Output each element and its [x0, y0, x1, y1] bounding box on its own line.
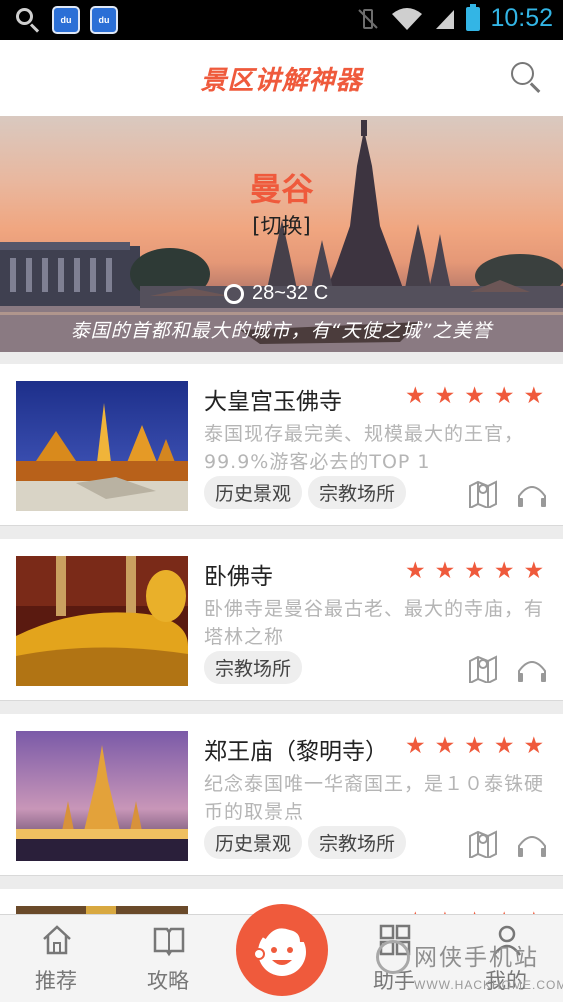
star-icon: ★	[434, 558, 456, 584]
grand-palace-photo	[16, 381, 188, 511]
baidu-notification-icon: du	[52, 6, 80, 34]
star-icon: ★	[523, 383, 545, 409]
search-notification-icon	[14, 6, 42, 34]
headphones-icon[interactable]	[516, 655, 548, 683]
search-button[interactable]	[511, 62, 543, 94]
star-icon: ★	[493, 383, 515, 409]
tab-label: 攻略	[147, 969, 189, 993]
vibrate-off-icon	[358, 8, 379, 29]
switch-city-link[interactable]: [切换]	[0, 210, 563, 240]
headphones-icon[interactable]	[516, 480, 548, 508]
watermark-text: 网侠手机站	[414, 945, 539, 971]
attraction-description: 纪念泰国唯一华裔国王，是１０泰铢硬币的取景点	[204, 773, 545, 823]
star-icon: ★	[493, 558, 515, 584]
reclining-buddha-photo	[16, 556, 188, 686]
tag[interactable]: 宗教场所	[308, 476, 407, 509]
temperature-range: 28~32 C	[252, 282, 329, 304]
tag[interactable]: 历史景观	[204, 476, 303, 509]
star-icon: ★	[434, 383, 456, 409]
city-name: 曼谷	[249, 170, 314, 208]
star-icon: ★	[464, 558, 485, 584]
app-header: 景区讲解神器	[0, 40, 563, 116]
list-item[interactable]: 卧佛寺 ★ ★ ★ ★ ★ 卧佛寺是曼谷最古老、最大的寺庙，有塔林之称 宗教场所	[0, 539, 563, 701]
tag[interactable]: 宗教场所	[308, 826, 407, 859]
list-item[interactable]: 大皇宫玉佛寺 ★ ★ ★ ★ ★ 泰国现存最完美、规模最大的王官，99.9%游客必去的T…	[0, 364, 563, 526]
watermark-logo	[376, 940, 410, 974]
status-bar: du du 10:52	[0, 0, 563, 40]
cloud-weather-icon	[224, 283, 244, 304]
attraction-description: 泰国现存最完美、规模最大的王官，99.9%游客必去的TOP 1	[204, 423, 525, 473]
city-slogan: 泰国的首都和最大的城市，有“天使之城”之美誉	[70, 320, 493, 342]
star-rating: ★ ★ ★ ★ ★	[405, 734, 544, 758]
star-icon: ★	[523, 733, 545, 759]
tag-list: 历史景观 宗教场所	[204, 826, 407, 859]
tag[interactable]: 历史景观	[204, 826, 303, 859]
star-icon: ★	[464, 733, 485, 759]
star-icon: ★	[405, 383, 426, 409]
star-icon: ★	[405, 558, 426, 584]
watermark: 网侠手机站 WWW.HACKHOME.COM	[372, 938, 563, 998]
battery-icon	[466, 3, 481, 31]
home-icon	[43, 925, 71, 955]
mascot-button[interactable]	[236, 904, 328, 996]
star-rating: ★ ★ ★ ★ ★	[405, 559, 544, 583]
map-icon[interactable]	[468, 655, 498, 683]
star-icon: ★	[493, 733, 515, 759]
tag-list: 历史景观 宗教场所	[204, 476, 407, 509]
star-icon: ★	[464, 383, 485, 409]
mascot-face-icon	[253, 924, 306, 976]
search-icon	[511, 62, 534, 85]
wifi-icon	[392, 7, 423, 30]
tag[interactable]: 宗教场所	[204, 651, 303, 684]
attraction-description: 卧佛寺是曼谷最古老、最大的寺庙，有塔林之称	[204, 598, 545, 648]
tab-guide[interactable]: 攻略	[118, 915, 218, 1002]
list-item[interactable]: 郑王庙（黎明寺） ★ ★ ★ ★ ★ 纪念泰国唯一华裔国王，是１０泰铢硬币的取景点 历史…	[0, 714, 563, 876]
signal-icon	[436, 9, 455, 29]
book-icon	[153, 927, 185, 957]
attraction-name: 卧佛寺	[204, 564, 273, 590]
clock: 10:52	[490, 4, 553, 32]
wat-arun-photo	[16, 731, 188, 861]
baidu-notification-icon-2: du	[90, 6, 118, 34]
star-rating: ★ ★ ★ ★ ★	[405, 384, 544, 408]
tab-recommend[interactable]: 推荐	[6, 915, 106, 1002]
map-icon[interactable]	[468, 480, 498, 508]
headphones-icon[interactable]	[516, 830, 548, 858]
tag-list: 宗教场所	[204, 651, 303, 684]
city-banner[interactable]: 曼谷 [切换] 28~32 C 泰国的首都和最大的城市，有“天使之城”之美誉	[0, 116, 563, 352]
app-title: 景区讲解神器	[200, 66, 363, 96]
star-icon: ★	[434, 733, 456, 759]
attraction-name: 郑王庙（黎明寺）	[204, 739, 388, 765]
star-icon: ★	[405, 733, 426, 759]
attraction-name: 大皇宫玉佛寺	[204, 389, 342, 415]
star-icon: ★	[523, 558, 545, 584]
watermark-url: WWW.HACKHOME.COM	[414, 978, 563, 992]
weather-info: 28~32 C	[224, 282, 328, 305]
tab-label: 推荐	[35, 969, 77, 993]
map-icon[interactable]	[468, 830, 498, 858]
